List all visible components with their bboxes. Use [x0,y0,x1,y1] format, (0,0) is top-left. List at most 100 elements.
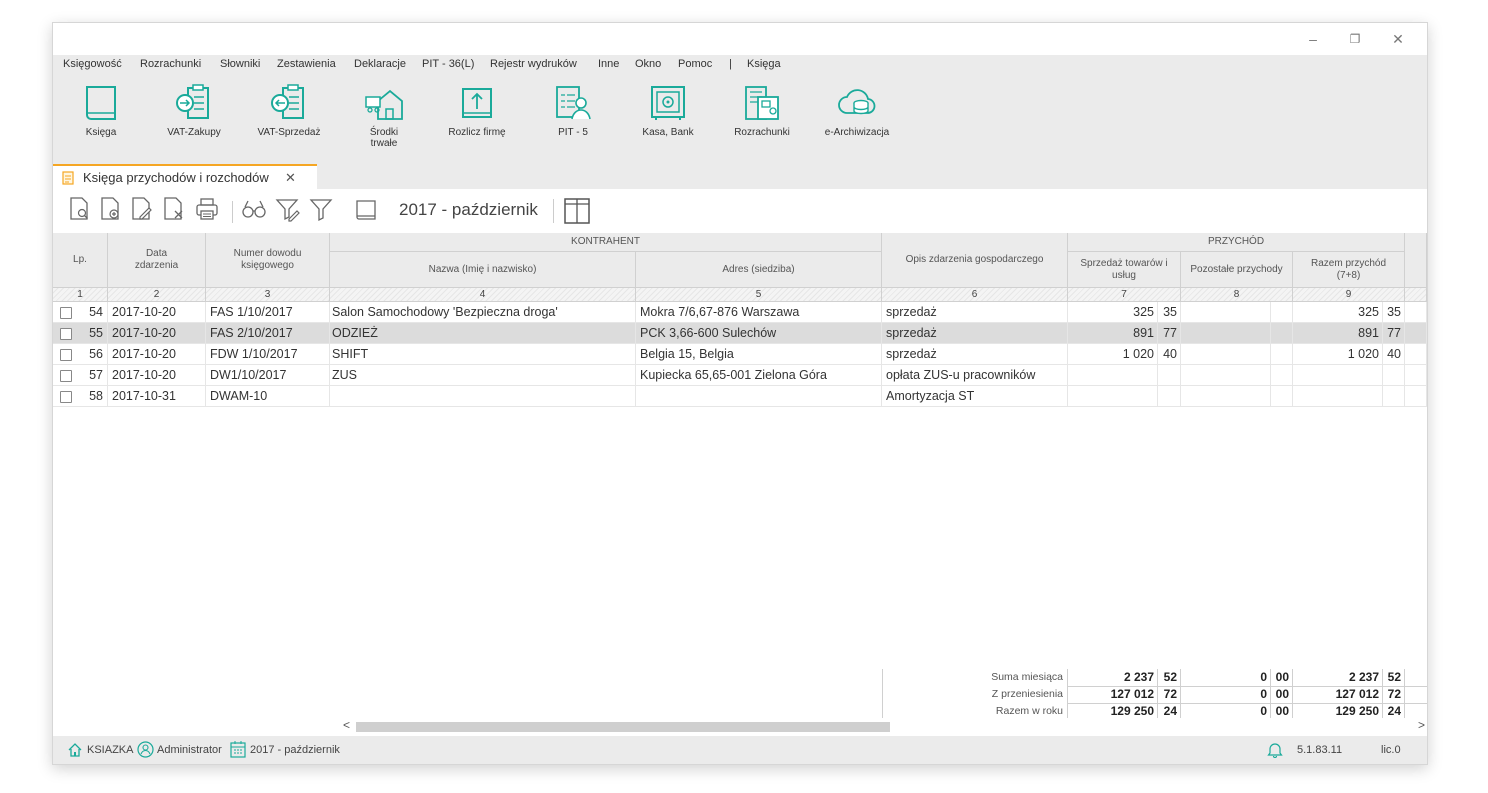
cell-s-dec[interactable] [1158,365,1181,386]
header-adres[interactable]: Adres (siedziba) [636,252,882,288]
header-opis[interactable]: Opis zdarzenia gospodarczego [882,233,1068,288]
table-row[interactable]: 56 2017-10-20 FDW 1/10/2017 SHIFT Belgia 15,… [53,344,1427,365]
header-data[interactable]: Data zdarzenia [108,233,206,288]
cell-data[interactable]: 2017-10-31 [108,386,206,407]
table-row[interactable]: 55 2017-10-20 FAS 2/10/2017 ODZIEŻ PCK 3,66-… [53,323,1427,344]
cell-s-dec[interactable]: 35 [1158,302,1181,323]
minimize-button[interactable]: – [1303,29,1323,49]
bell-icon[interactable] [1267,741,1283,758]
cell-p-dec[interactable] [1271,365,1293,386]
cell-s-dec[interactable]: 77 [1158,323,1181,344]
cell-data[interactable]: 2017-10-20 [108,344,206,365]
row-checkbox[interactable] [60,307,72,319]
columns-icon[interactable] [564,198,590,224]
menu-inne[interactable]: Inne [598,58,619,70]
cell-nazwa[interactable] [330,386,636,407]
menu-pit36[interactable]: PIT - 36(L) [422,58,474,70]
cell-adres[interactable]: Mokra 7/6,67-876 Warszawa [636,302,882,323]
cell-r-int[interactable]: 1 020 [1293,344,1383,365]
cell-p-dec[interactable] [1271,323,1293,344]
cell-r-dec[interactable]: 35 [1383,302,1405,323]
menu-zestawienia[interactable]: Zestawienia [277,58,336,70]
cell-opis[interactable]: sprzedaż [882,323,1068,344]
cell-opis[interactable]: sprzedaż [882,344,1068,365]
cell-opis[interactable]: opłata ZUS-u pracowników [882,365,1068,386]
tab-ksiega-przychodow[interactable]: Księga przychodów i rozchodów ✕ [53,164,317,189]
header-sprzedaz[interactable]: Sprzedaż towarów i usług [1068,252,1181,288]
header-numer[interactable]: Numer dowodu księgowego [206,233,330,288]
scroll-left-button[interactable]: < [343,718,350,732]
filter-icon[interactable] [309,197,333,223]
edit-document-icon[interactable] [131,197,153,221]
cell-numer[interactable]: FAS 2/10/2017 [206,323,330,344]
cell-filler[interactable] [1405,302,1427,323]
cell-nazwa[interactable]: ZUS [330,365,636,386]
cell-s-int[interactable]: 325 [1068,302,1158,323]
header-pozostale[interactable]: Pozostałe przychody [1181,252,1293,288]
ribbon-vat-sprzedaz-button[interactable]: VAT-Sprzedaż [249,83,329,138]
cell-filler[interactable] [1405,323,1427,344]
scroll-right-button[interactable]: > [1418,718,1425,732]
cell-r-dec[interactable]: 40 [1383,344,1405,365]
cell-p-dec[interactable] [1271,386,1293,407]
cell-adres[interactable]: PCK 3,66-600 Sulechów [636,323,882,344]
ribbon-vat-zakupy-button[interactable]: VAT-Zakupy [159,83,229,138]
menu-ksiega[interactable]: Księga [747,58,781,70]
tab-close-button[interactable]: ✕ [285,170,296,186]
cell-p-dec[interactable] [1271,302,1293,323]
book-icon[interactable] [355,199,377,223]
ribbon-e-archiwizacja-button[interactable]: e-Archiwizacja [817,83,897,138]
menu-pomoc[interactable]: Pomoc [678,58,712,70]
ribbon-rozlicz-firme-button[interactable]: Rozlicz firmę [441,83,513,138]
cell-r-dec[interactable] [1383,386,1405,407]
ribbon-ksiega-button[interactable]: Księga [75,83,127,138]
cell-s-int[interactable]: 1 020 [1068,344,1158,365]
cell-numer[interactable]: DWAM-10 [206,386,330,407]
filter-edit-icon[interactable] [275,197,301,223]
cell-numer[interactable]: FAS 1/10/2017 [206,302,330,323]
row-checkbox[interactable] [60,349,72,361]
cell-r-int[interactable] [1293,365,1383,386]
cell-s-int[interactable]: 891 [1068,323,1158,344]
cell-numer[interactable]: FDW 1/10/2017 [206,344,330,365]
menu-rozrachunki[interactable]: Rozrachunki [140,58,201,70]
cell-data[interactable]: 2017-10-20 [108,323,206,344]
menu-deklaracje[interactable]: Deklaracje [354,58,406,70]
row-checkbox[interactable] [60,328,72,340]
horizontal-scrollbar[interactable]: < > [339,718,1427,733]
cell-s-dec[interactable] [1158,386,1181,407]
row-checkbox[interactable] [60,370,72,382]
cell-p-int[interactable] [1181,344,1271,365]
menu-okno[interactable]: Okno [635,58,661,70]
cell-p-int[interactable] [1181,302,1271,323]
close-button[interactable]: ✕ [1388,29,1408,49]
cell-p-int[interactable] [1181,386,1271,407]
header-nazwa[interactable]: Nazwa (Imię i nazwisko) [330,252,636,288]
ribbon-pit5-button[interactable]: PIT - 5 [543,83,603,138]
cell-numer[interactable]: DW1/10/2017 [206,365,330,386]
cell-s-int[interactable] [1068,386,1158,407]
cell-s-int[interactable] [1068,365,1158,386]
cell-data[interactable]: 2017-10-20 [108,302,206,323]
menu-rejestr-wydrukow[interactable]: Rejestr wydruków [490,58,577,70]
header-razem[interactable]: Razem przychód (7+8) [1293,252,1405,288]
menu-ksiegowosc[interactable]: Księgowość [63,58,122,70]
cell-r-dec[interactable] [1383,365,1405,386]
cell-data[interactable]: 2017-10-20 [108,365,206,386]
cell-opis[interactable]: sprzedaż [882,302,1068,323]
binoculars-icon[interactable] [241,197,267,221]
cell-opis[interactable]: Amortyzacja ST [882,386,1068,407]
cell-filler[interactable] [1405,386,1427,407]
cell-p-int[interactable] [1181,365,1271,386]
cell-adres[interactable] [636,386,882,407]
cell-nazwa[interactable]: ODZIEŻ [330,323,636,344]
cell-p-int[interactable] [1181,323,1271,344]
cell-nazwa[interactable]: SHIFT [330,344,636,365]
cell-r-int[interactable]: 891 [1293,323,1383,344]
delete-document-icon[interactable] [163,197,185,221]
cell-adres[interactable]: Kupiecka 65,65-001 Zielona Góra [636,365,882,386]
table-row[interactable]: 58 2017-10-31 DWAM-10 Amortyzacja ST [53,386,1427,407]
cell-r-int[interactable] [1293,386,1383,407]
row-checkbox[interactable] [60,391,72,403]
cell-p-dec[interactable] [1271,344,1293,365]
